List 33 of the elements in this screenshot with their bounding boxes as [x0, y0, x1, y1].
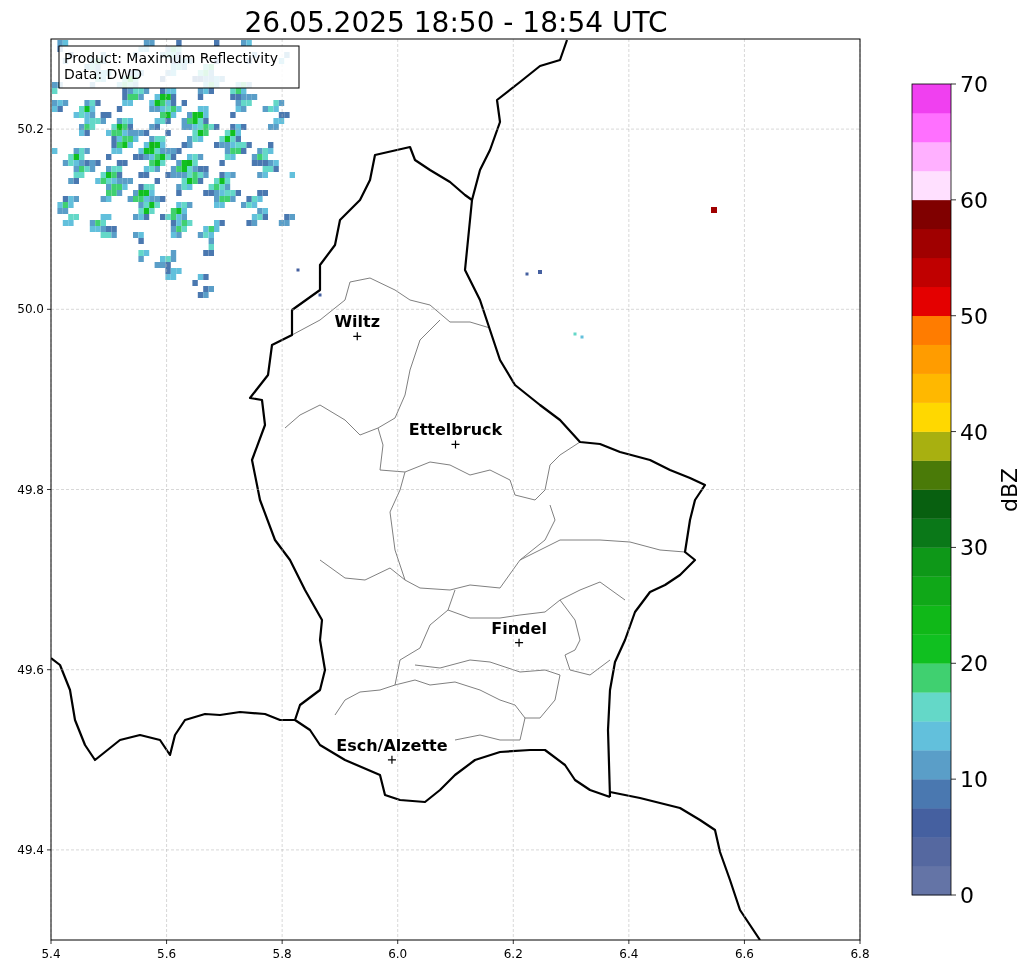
y-tick-label: 50.0: [17, 302, 44, 317]
x-tick-label: 6.8: [850, 947, 870, 961]
x-tick-label: 5.6: [157, 947, 177, 961]
x-tick-label: 6.2: [503, 947, 523, 961]
y-tick-label: 49.4: [17, 842, 44, 857]
colorbar-tick-label: 40: [960, 419, 988, 445]
colorbar-tick-label: 70: [960, 72, 988, 97]
x-tick-label: 5.4: [41, 947, 61, 961]
city-label: Ettelbruck: [408, 420, 503, 440]
y-tick-label: 49.6: [17, 662, 44, 677]
colorbar-tick-label: 30: [960, 535, 988, 561]
y-tick-label: 49.8: [17, 482, 44, 497]
city-marker: [352, 331, 362, 341]
info-text: Product: Maximum Reflectivity: [64, 50, 278, 66]
x-tick-label: 6.6: [734, 947, 754, 961]
y-tick-label: 50.2: [17, 122, 44, 137]
city-label: Findel: [491, 618, 547, 638]
city-marker: [387, 755, 397, 765]
city-marker: [514, 638, 524, 648]
colorbar-tick-label: 0: [960, 883, 974, 908]
colorbar-label: dBZ: [997, 467, 1022, 513]
colorbar-tick-label: 50: [960, 303, 988, 329]
city-marker: [450, 439, 461, 450]
x-tick-label: 6.4: [619, 947, 639, 961]
colorbar-tick-label: 10: [960, 767, 988, 793]
colorbar-tick-label: 60: [960, 187, 988, 213]
chart-title: 26.05.2025 18:50 - 18:54 UTC: [244, 6, 668, 39]
info-text: Data: DWD: [64, 66, 142, 82]
x-tick-label: 5.8: [272, 947, 292, 961]
city-label: Wiltz: [334, 312, 381, 332]
city-label: Esch/Alzette: [336, 735, 448, 755]
colorbar-tick-label: 20: [960, 651, 988, 677]
x-tick-label: 6.0: [388, 947, 408, 961]
